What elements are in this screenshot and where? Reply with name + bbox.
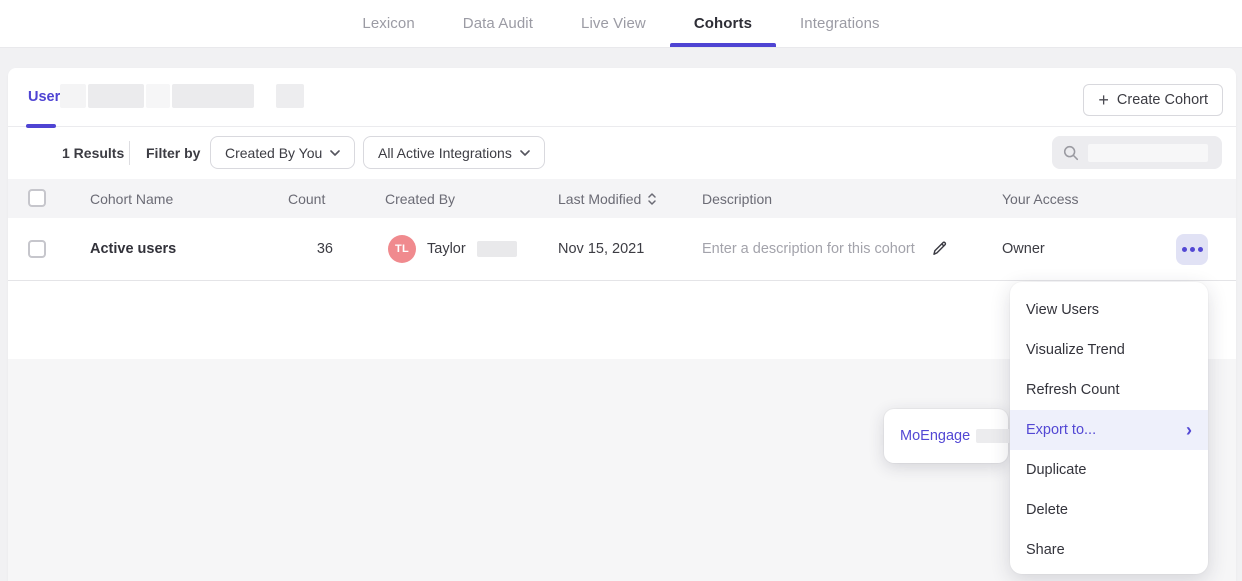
integrations-dropdown-value: All Active Integrations — [378, 145, 512, 161]
column-header-created-by[interactable]: Created By — [385, 191, 455, 207]
created-by-name: Taylor — [427, 241, 466, 257]
nav-item-live-view[interactable]: Live View — [581, 0, 646, 47]
redacted-tab-placeholder — [276, 84, 304, 108]
row-checkbox[interactable] — [28, 240, 46, 258]
menu-item-share[interactable]: Share — [1010, 530, 1208, 570]
menu-item-view-users[interactable]: View Users — [1010, 290, 1208, 330]
submenu-item-moengage[interactable]: MoEngage — [900, 428, 1014, 444]
dot-icon — [1198, 247, 1203, 252]
edit-description-pencil-icon[interactable] — [930, 239, 949, 258]
chevron-down-icon — [330, 150, 340, 156]
cohort-type-tabs: User + Create Cohort — [8, 68, 1236, 127]
description-input[interactable] — [702, 241, 920, 257]
plus-icon: + — [1098, 91, 1109, 109]
column-header-your-access: Your Access — [1002, 191, 1079, 207]
select-all-checkbox[interactable] — [28, 189, 46, 207]
last-modified-label: Last Modified — [558, 191, 641, 207]
avatar: TL — [388, 235, 416, 263]
column-header-last-modified[interactable]: Last Modified — [558, 191, 657, 207]
redacted-last-name — [477, 241, 517, 257]
create-cohort-button[interactable]: + Create Cohort — [1083, 84, 1223, 116]
access-level: Owner — [1002, 241, 1045, 257]
dot-icon — [1182, 247, 1187, 252]
redacted-search-text — [1088, 144, 1208, 162]
created-by-dropdown[interactable]: Created By You — [210, 136, 355, 169]
tab-user[interactable]: User — [28, 89, 60, 105]
chevron-down-icon — [520, 150, 530, 156]
search-icon — [1062, 144, 1080, 162]
table-header: Cohort Name Count Created By Last Modifi… — [8, 179, 1236, 218]
filter-by-label: Filter by — [146, 145, 200, 161]
created-by-dropdown-value: Created By You — [225, 145, 322, 161]
nav-item-lexicon[interactable]: Lexicon — [362, 0, 414, 47]
row-actions-menu: View Users Visualize Trend Refresh Count… — [1010, 282, 1208, 574]
dot-icon — [1190, 247, 1195, 252]
row-actions-button[interactable] — [1176, 234, 1208, 265]
menu-item-export-to[interactable]: Export to... › — [1010, 410, 1208, 450]
export-to-label: Export to... — [1026, 422, 1096, 438]
export-submenu: MoEngage — [884, 409, 1008, 463]
menu-item-duplicate[interactable]: Duplicate — [1010, 450, 1208, 490]
column-header-count[interactable]: Count — [288, 191, 325, 207]
redacted-tab-placeholder — [88, 84, 144, 108]
menu-item-delete[interactable]: Delete — [1010, 490, 1208, 530]
column-header-cohort-name[interactable]: Cohort Name — [90, 191, 173, 207]
integrations-dropdown[interactable]: All Active Integrations — [363, 136, 545, 169]
redacted-submenu-text — [976, 429, 1014, 443]
menu-item-refresh-count[interactable]: Refresh Count — [1010, 370, 1208, 410]
divider — [129, 141, 130, 165]
moengage-label: MoEngage — [900, 428, 970, 444]
create-cohort-label: Create Cohort — [1117, 92, 1208, 108]
last-modified-date: Nov 15, 2021 — [558, 241, 644, 257]
top-navigation: Lexicon Data Audit Live View Cohorts Int… — [0, 0, 1242, 48]
redacted-tab-placeholder — [172, 84, 254, 108]
nav-item-integrations[interactable]: Integrations — [800, 0, 880, 47]
column-header-description: Description — [702, 191, 772, 207]
redacted-tab-placeholder — [146, 84, 170, 108]
cohort-name-link[interactable]: Active users — [90, 241, 176, 257]
chevron-right-icon: › — [1186, 421, 1192, 439]
table-row[interactable]: Active users 36 TL Taylor Nov 15, 2021 O… — [8, 218, 1236, 281]
cohort-count: 36 — [288, 241, 333, 257]
results-count: 1 Results — [62, 145, 124, 161]
menu-item-visualize-trend[interactable]: Visualize Trend — [1010, 330, 1208, 370]
cohorts-page: Lexicon Data Audit Live View Cohorts Int… — [0, 0, 1242, 581]
search-input[interactable] — [1052, 136, 1222, 169]
sort-icon — [647, 192, 657, 206]
redacted-tab-placeholder — [60, 84, 86, 108]
nav-item-cohorts[interactable]: Cohorts — [694, 0, 752, 47]
nav-item-data-audit[interactable]: Data Audit — [463, 0, 533, 47]
filter-bar: 1 Results Filter by Created By You All A… — [8, 127, 1236, 179]
